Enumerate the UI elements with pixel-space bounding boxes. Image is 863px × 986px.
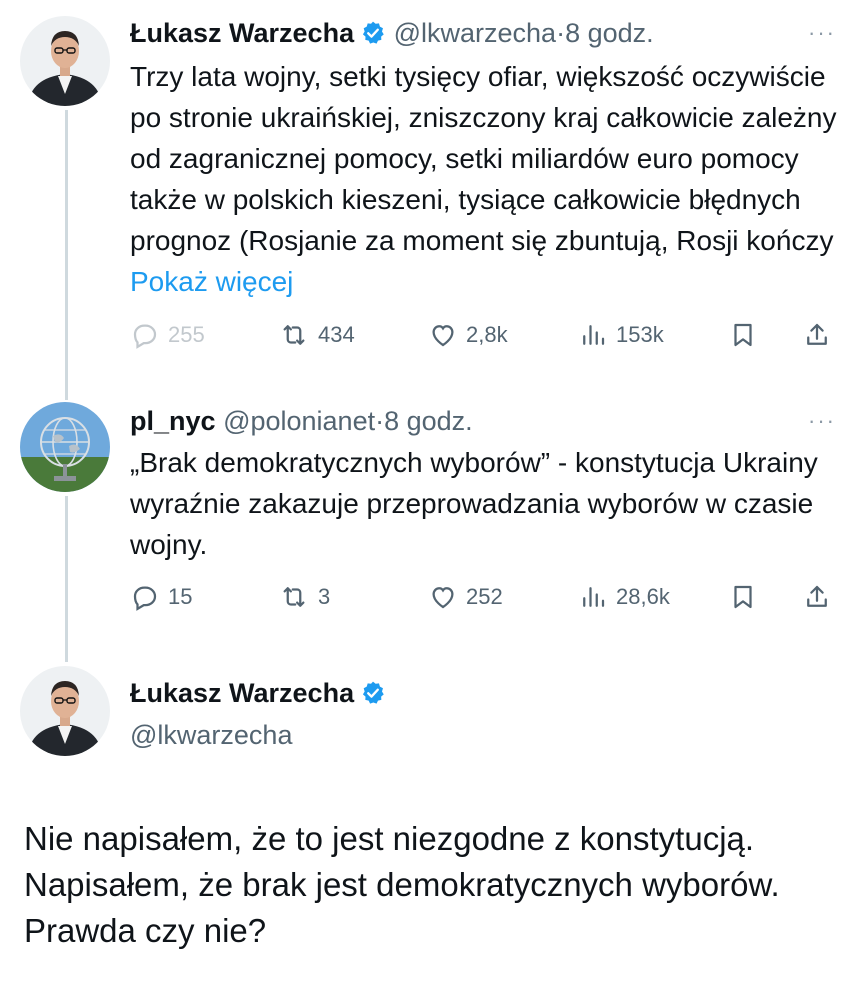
share-icon: [802, 320, 832, 350]
like-button[interactable]: 2,8k: [428, 315, 508, 355]
reply-button[interactable]: 255: [130, 315, 205, 355]
bookmark-icon: [728, 582, 758, 612]
like-button[interactable]: 252: [428, 577, 503, 617]
thread-line: [65, 110, 68, 400]
repost-count: 434: [318, 322, 355, 347]
verified-badge-icon: [360, 20, 386, 54]
author-handle[interactable]: @polonianet: [223, 406, 375, 436]
repost-button[interactable]: 434: [278, 315, 355, 355]
tweet-header: pl_nyc @polonianet·8 godz.: [130, 404, 473, 438]
avatar[interactable]: [20, 16, 110, 106]
avatar[interactable]: [20, 402, 110, 492]
share-button[interactable]: [802, 577, 832, 617]
separator-dot: ·: [375, 406, 385, 436]
more-options-icon[interactable]: ···: [808, 20, 836, 46]
like-count: 252: [466, 584, 503, 609]
views-icon: [578, 582, 608, 612]
tweet-text: „Brak demokratycznych wyborów” - konstyt…: [130, 447, 818, 560]
views-button[interactable]: 28,6k: [578, 577, 670, 617]
author-handle[interactable]: @lkwarzecha: [130, 718, 292, 752]
thread-line: [65, 496, 68, 662]
heart-icon: [428, 582, 458, 612]
reply-count: 15: [168, 584, 193, 609]
avatar[interactable]: [20, 666, 110, 756]
timestamp[interactable]: 8 godz.: [384, 406, 473, 436]
bookmark-icon: [728, 320, 758, 350]
views-count: 28,6k: [616, 584, 670, 609]
tweet-header: Łukasz Warzecha @lkwarzecha·8 godz.: [130, 16, 654, 54]
tweet-text-content: Trzy lata wojny, setki tysięcy ofiar, wi…: [130, 61, 837, 256]
more-options-icon[interactable]: ···: [808, 408, 836, 434]
separator-dot: ·: [556, 18, 566, 48]
repost-count: 3: [318, 584, 331, 609]
reply-icon: [130, 320, 160, 350]
share-icon: [802, 582, 832, 612]
tweet-actions: 255 434 2,8k 153k: [130, 315, 840, 355]
main-tweet-header: Łukasz Warzecha: [130, 676, 386, 714]
repost-button[interactable]: 3: [278, 577, 330, 617]
share-button[interactable]: [802, 315, 832, 355]
views-button[interactable]: 153k: [578, 315, 664, 355]
verified-badge-icon: [360, 680, 386, 714]
timestamp[interactable]: 8 godz.: [565, 18, 654, 48]
like-count: 2,8k: [466, 322, 508, 347]
show-more-link[interactable]: Pokaż więcej: [130, 266, 293, 297]
heart-icon: [428, 320, 458, 350]
repost-icon: [278, 582, 310, 612]
reply-icon: [130, 582, 160, 612]
views-count: 153k: [616, 322, 664, 347]
bookmark-button[interactable]: [728, 315, 758, 355]
author-name[interactable]: pl_nyc: [130, 406, 216, 436]
author-handle[interactable]: @lkwarzecha: [394, 18, 556, 48]
views-icon: [578, 320, 608, 350]
tweet-actions: 15 3 252 28,6k: [130, 577, 840, 617]
reply-button[interactable]: 15: [130, 577, 192, 617]
main-tweet-text: Nie napisałem, że to jest niezgodne z ko…: [24, 820, 780, 949]
author-name[interactable]: Łukasz Warzecha: [130, 18, 354, 48]
tweet-text: Trzy lata wojny, setki tysięcy ofiar, wi…: [130, 56, 850, 302]
author-name[interactable]: Łukasz Warzecha: [130, 678, 354, 708]
repost-icon: [278, 320, 310, 350]
bookmark-button[interactable]: [728, 577, 758, 617]
reply-count: 255: [168, 322, 205, 347]
